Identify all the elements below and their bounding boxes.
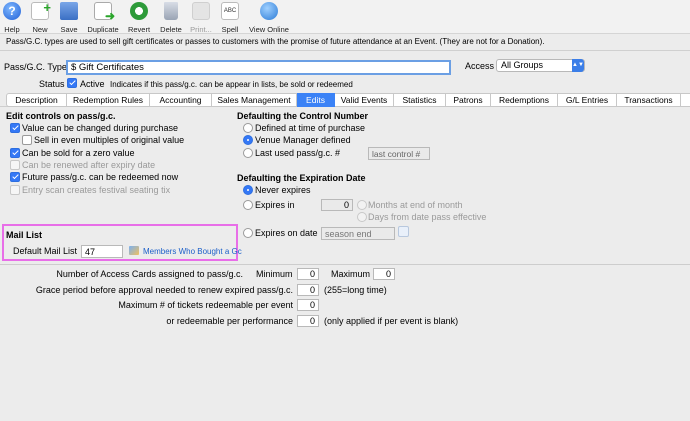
duplicate-icon: ➜ <box>94 2 115 23</box>
tab-patrons[interactable]: Patrons <box>446 93 491 107</box>
per-perf-note: (only applied if per event is blank) <box>324 316 459 326</box>
expires-in-radio[interactable] <box>243 200 253 210</box>
even-multiples-checkbox[interactable] <box>22 135 32 145</box>
spell-icon: ABC <box>221 2 239 20</box>
grace-note: (255=long time) <box>324 285 387 295</box>
future-redeem-label: Future pass/g.c. can be redeemed now <box>22 172 179 182</box>
save-button[interactable]: Save <box>58 0 80 34</box>
print-icon <box>192 2 210 20</box>
revert-icon <box>130 2 148 20</box>
help-button[interactable]: ? Help <box>2 0 22 34</box>
control-number-title: Defaulting the Control Number <box>237 111 368 121</box>
control-defined-radio[interactable] <box>243 123 253 133</box>
view-online-icon <box>260 2 278 20</box>
control-venue-radio[interactable] <box>243 135 253 145</box>
delete-icon <box>164 2 178 20</box>
duplicate-button[interactable]: ➜ Duplicate <box>86 0 120 34</box>
tab-accounting[interactable]: Accounting <box>150 93 212 107</box>
control-last-used-label: Last used pass/g.c. # <box>255 148 341 158</box>
tab-description[interactable]: Description <box>6 93 67 107</box>
expires-on-label: Expires on date <box>255 228 318 238</box>
print-button[interactable]: Print... <box>188 0 214 34</box>
default-mail-list-input[interactable] <box>81 245 123 258</box>
minimum-label: Minimum <box>256 269 293 279</box>
entry-scan-checkbox[interactable] <box>10 185 20 195</box>
tab-transactions[interactable]: Transactions <box>617 93 681 107</box>
tab-redemption-rules[interactable]: Redemption Rules <box>67 93 150 107</box>
value-changeable-label: Value can be changed during purchase <box>22 123 178 133</box>
zero-value-checkbox[interactable] <box>10 148 20 158</box>
save-icon <box>60 2 78 20</box>
control-last-used-radio[interactable] <box>243 148 253 158</box>
maximum-label: Maximum <box>331 269 371 279</box>
access-cards-label: Number of Access Cards assigned to pass/… <box>56 269 243 279</box>
divider <box>0 50 690 51</box>
page-description: Pass/G.C. types are used to sell gift ce… <box>6 37 545 46</box>
renewed-checkbox[interactable] <box>10 160 20 170</box>
last-control-input[interactable] <box>368 147 430 160</box>
expires-in-label: Expires in <box>255 200 295 210</box>
status-label: Status <box>39 79 65 89</box>
delete-button[interactable]: Delete <box>158 0 184 34</box>
chevron-updown-icon: ▲▼ <box>572 59 584 72</box>
tab-statistics[interactable]: Statistics <box>394 93 446 107</box>
max-event-input[interactable]: 0 <box>297 299 319 311</box>
tab-gl-entries[interactable]: G/L Entries <box>558 93 617 107</box>
mail-list-icon <box>129 246 139 255</box>
expires-on-radio[interactable] <box>243 228 253 238</box>
tab-valid-events[interactable]: Valid Events <box>335 93 394 107</box>
expires-in-input[interactable]: 0 <box>321 199 353 211</box>
grace-label: Grace period before approval needed to r… <box>35 285 293 295</box>
calendar-icon[interactable] <box>398 226 409 237</box>
help-icon: ? <box>3 2 21 20</box>
new-icon: + <box>31 0 51 20</box>
future-redeem-checkbox[interactable] <box>10 172 20 182</box>
divider <box>0 264 690 265</box>
months-end-label: Months at end of month <box>368 200 463 210</box>
new-button[interactable]: + New <box>29 0 51 34</box>
access-label: Access <box>465 61 495 71</box>
tab-overflow[interactable] <box>681 93 690 107</box>
spell-button[interactable]: ABC Spell <box>219 0 241 34</box>
renewed-label: Can be renewed after expiry date <box>22 160 156 170</box>
active-label: Active <box>80 79 105 89</box>
control-defined-label: Defined at time of purchase <box>255 123 366 133</box>
expiration-title: Defaulting the Expiration Date <box>237 173 366 183</box>
days-from-label: Days from date pass effective <box>368 212 487 222</box>
tab-edits[interactable]: Edits <box>297 93 335 107</box>
tab-redemptions[interactable]: Redemptions <box>491 93 558 107</box>
edit-controls-title: Edit controls on pass/g.c. <box>6 111 116 121</box>
max-event-label: Maximum # of tickets redeemable per even… <box>118 300 293 310</box>
tab-sales-management[interactable]: Sales Management <box>212 93 297 107</box>
season-end-input[interactable] <box>321 227 395 240</box>
active-checkbox[interactable] <box>67 78 77 88</box>
never-expires-label: Never expires <box>255 185 311 195</box>
minimum-input[interactable]: 0 <box>297 268 319 280</box>
revert-button[interactable]: Revert <box>126 0 152 34</box>
days-from-radio[interactable] <box>357 212 367 222</box>
access-select-value: All Groups <box>501 60 544 70</box>
zero-value-label: Can be sold for a zero value <box>22 148 135 158</box>
toolbar: ? Help + New Save ➜ Duplicate Revert Del… <box>0 0 690 34</box>
value-changeable-checkbox[interactable] <box>10 123 20 133</box>
view-online-button[interactable]: View Online <box>248 0 290 34</box>
per-perf-label: or redeemable per performance <box>166 316 293 326</box>
maximum-input[interactable]: 0 <box>373 268 395 280</box>
mail-list-link[interactable]: Members Who Bought a Gc <box>143 247 242 256</box>
per-perf-input[interactable]: 0 <box>297 315 319 327</box>
default-mail-list-label: Default Mail List <box>13 246 78 256</box>
grace-input[interactable]: 0 <box>297 284 319 296</box>
mail-list-title: Mail List <box>6 230 43 240</box>
access-select[interactable]: All Groups ▲▼ <box>496 59 585 72</box>
even-multiples-label: Sell in even multiples of original value <box>34 135 185 145</box>
status-note: Indicates if this pass/g.c. can be appea… <box>110 80 353 89</box>
entry-scan-label: Entry scan creates festival seating tix <box>22 185 171 195</box>
pass-type-input[interactable] <box>66 60 451 75</box>
control-venue-label: Venue Manager defined <box>255 135 351 145</box>
never-expires-radio[interactable] <box>243 185 253 195</box>
months-end-radio[interactable] <box>357 200 367 210</box>
type-label: Pass/G.C. Type <box>4 62 67 72</box>
